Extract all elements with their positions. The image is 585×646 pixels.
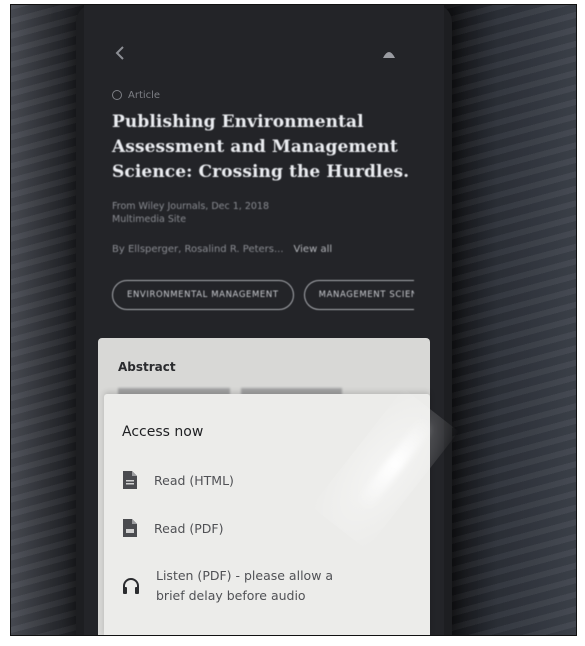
read-html-label: Read (HTML) [154,472,234,488]
listen-pdf-label: Listen (PDF) - please allow a brief dela… [156,566,396,606]
file-icon [122,470,138,490]
chip-management-science[interactable]: MANAGEMENT SCIENCE [303,280,414,310]
listen-pdf-label-line2: brief delay before audio [156,588,306,603]
abstract-heading: Abstract [118,360,176,374]
view-all-link[interactable]: View all [294,244,333,255]
meta-site: Multimedia Site [112,214,187,225]
pdf-file-icon [122,518,138,538]
phone-frame: Article Publishing Environmental Assessm… [76,4,452,636]
document-circle-icon [112,90,122,100]
read-html-option[interactable]: Read (HTML) [122,470,234,490]
chip-environmental-management[interactable]: ENVIRONMENTAL MANAGEMENT [112,280,294,310]
listen-pdf-label-line1: Listen (PDF) - please allow a [156,568,334,583]
authors-label: By Ellsperger, Rosalind R. Peters... [112,244,284,255]
access-now-title: Access now [122,424,204,440]
back-chevron-icon[interactable] [112,44,130,62]
meta-source: From Wiley Journals, Dec 1, 2018 [112,201,270,212]
content-type-label: Article [128,89,161,101]
listen-pdf-option[interactable]: Listen (PDF) - please allow a brief dela… [122,566,396,606]
headphones-icon [122,577,140,595]
article-title: Publishing Environmental Assessment and … [112,112,410,182]
phone-screen: Article Publishing Environmental Assessm… [84,4,444,636]
authors-row: By Ellsperger, Rosalind R. Peters... Vie… [112,244,432,255]
subject-chips: ENVIRONMENTAL MANAGEMENT MANAGEMENT SCIE… [112,280,414,310]
read-pdf-option[interactable]: Read (PDF) [122,518,224,538]
bookmark-icon[interactable] [380,44,398,62]
content-type-row: Article [112,88,160,102]
photo-background: Article Publishing Environmental Assessm… [10,4,577,636]
read-pdf-label: Read (PDF) [154,520,224,536]
article-meta: From Wiley Journals, Dec 1, 2018 Multime… [112,200,412,226]
